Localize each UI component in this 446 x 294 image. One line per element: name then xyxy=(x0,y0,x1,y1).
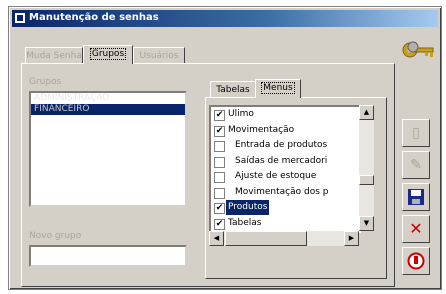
groups-list[interactable]: ADMINISTRAÇÃO FINANCEIRO xyxy=(29,91,187,207)
exit-icon xyxy=(407,252,425,270)
menu-item-label: Entrada de produtos xyxy=(235,140,328,150)
window-title: Manutenção de senhas xyxy=(29,12,159,23)
new-icon: ▯ xyxy=(412,125,420,141)
checkbox[interactable] xyxy=(214,141,225,152)
edit-icon: ✎ xyxy=(410,157,422,173)
menu-item-entrada-de-produtos[interactable]: Entrada de produtos xyxy=(211,138,361,154)
checklist-vertical-scrollbar[interactable]: ▲ ▼ xyxy=(359,105,374,231)
tab-grupos[interactable]: Grupos xyxy=(83,45,133,64)
menu-item-ulimo[interactable]: ✔ Ulimo xyxy=(211,107,361,123)
menu-checklist[interactable]: ✔ Ulimo ✔ Movimentação Entrada de produt… xyxy=(209,105,363,235)
window-system-icon[interactable] xyxy=(15,13,25,23)
scroll-thumb[interactable] xyxy=(359,175,374,185)
tab-usuarios[interactable]: Usuários xyxy=(133,47,185,64)
new-group-input[interactable] xyxy=(29,245,187,267)
menu-item-movimentacao[interactable]: ✔ Movimentação xyxy=(211,123,361,139)
checkbox[interactable] xyxy=(214,156,225,168)
checkbox[interactable]: ✔ xyxy=(214,110,225,121)
scroll-down-button[interactable]: ▼ xyxy=(359,216,374,231)
password-maintenance-window: Manutenção de senhas Muda Senha Grupos U… xyxy=(8,6,442,290)
menu-item-label: Movimentação dos p xyxy=(235,186,329,197)
checkbox[interactable]: ✔ xyxy=(214,218,225,230)
keys-icon xyxy=(401,37,435,63)
tab-menus[interactable]: Menus xyxy=(255,79,301,98)
save-icon xyxy=(408,189,424,205)
menu-item-movimentacao-dos-produtos[interactable]: Movimentação dos p xyxy=(211,185,361,201)
exit-button[interactable] xyxy=(402,247,430,275)
menu-item-saidas-de-mercadorias[interactable]: Saídas de mercadori xyxy=(211,154,361,170)
menu-item-label: Saídas de mercadori xyxy=(235,155,328,166)
new-button[interactable]: ▯ xyxy=(402,119,430,147)
menu-item-label: Produtos xyxy=(226,200,270,215)
scroll-left-button[interactable]: ◀ xyxy=(209,231,224,246)
delete-icon: ✕ xyxy=(409,219,423,238)
new-group-label: Novo grupo xyxy=(29,231,82,241)
checkbox[interactable]: ✔ xyxy=(214,125,225,137)
menu-item-produtos[interactable]: ✔ Produtos xyxy=(211,200,361,216)
checkbox[interactable]: ✔ xyxy=(214,203,225,214)
title-bar[interactable]: Manutenção de senhas xyxy=(12,10,438,27)
group-item-administracao[interactable]: ADMINISTRAÇÃO xyxy=(31,93,185,104)
menu-item-label: Ulimo xyxy=(228,109,254,119)
delete-button[interactable]: ✕ xyxy=(402,215,430,243)
tab-muda-senha[interactable]: Muda Senha xyxy=(25,47,83,64)
tab-tabelas[interactable]: Tabelas xyxy=(210,81,256,98)
menu-item-label: Tabelas xyxy=(228,217,262,228)
edit-button[interactable]: ✎ xyxy=(402,151,430,179)
hscroll-thumb[interactable] xyxy=(225,231,307,246)
save-button[interactable] xyxy=(402,183,430,211)
groups-label: Grupos xyxy=(29,77,62,87)
checkbox[interactable] xyxy=(214,172,225,183)
menu-item-tabelas[interactable]: ✔ Tabelas xyxy=(211,216,361,232)
menu-item-ajuste-de-estoque[interactable]: Ajuste de estoque xyxy=(211,169,361,185)
scroll-right-button[interactable]: ▶ xyxy=(344,231,359,246)
checklist-horizontal-scrollbar[interactable]: ◀ ▶ xyxy=(209,231,359,246)
menu-item-label: Ajuste de estoque xyxy=(235,171,317,181)
scroll-up-button[interactable]: ▲ xyxy=(359,105,374,120)
checkbox[interactable] xyxy=(214,187,225,199)
menu-item-label: Movimentação xyxy=(228,124,295,135)
group-item-financeiro[interactable]: FINANCEIRO xyxy=(31,104,185,115)
